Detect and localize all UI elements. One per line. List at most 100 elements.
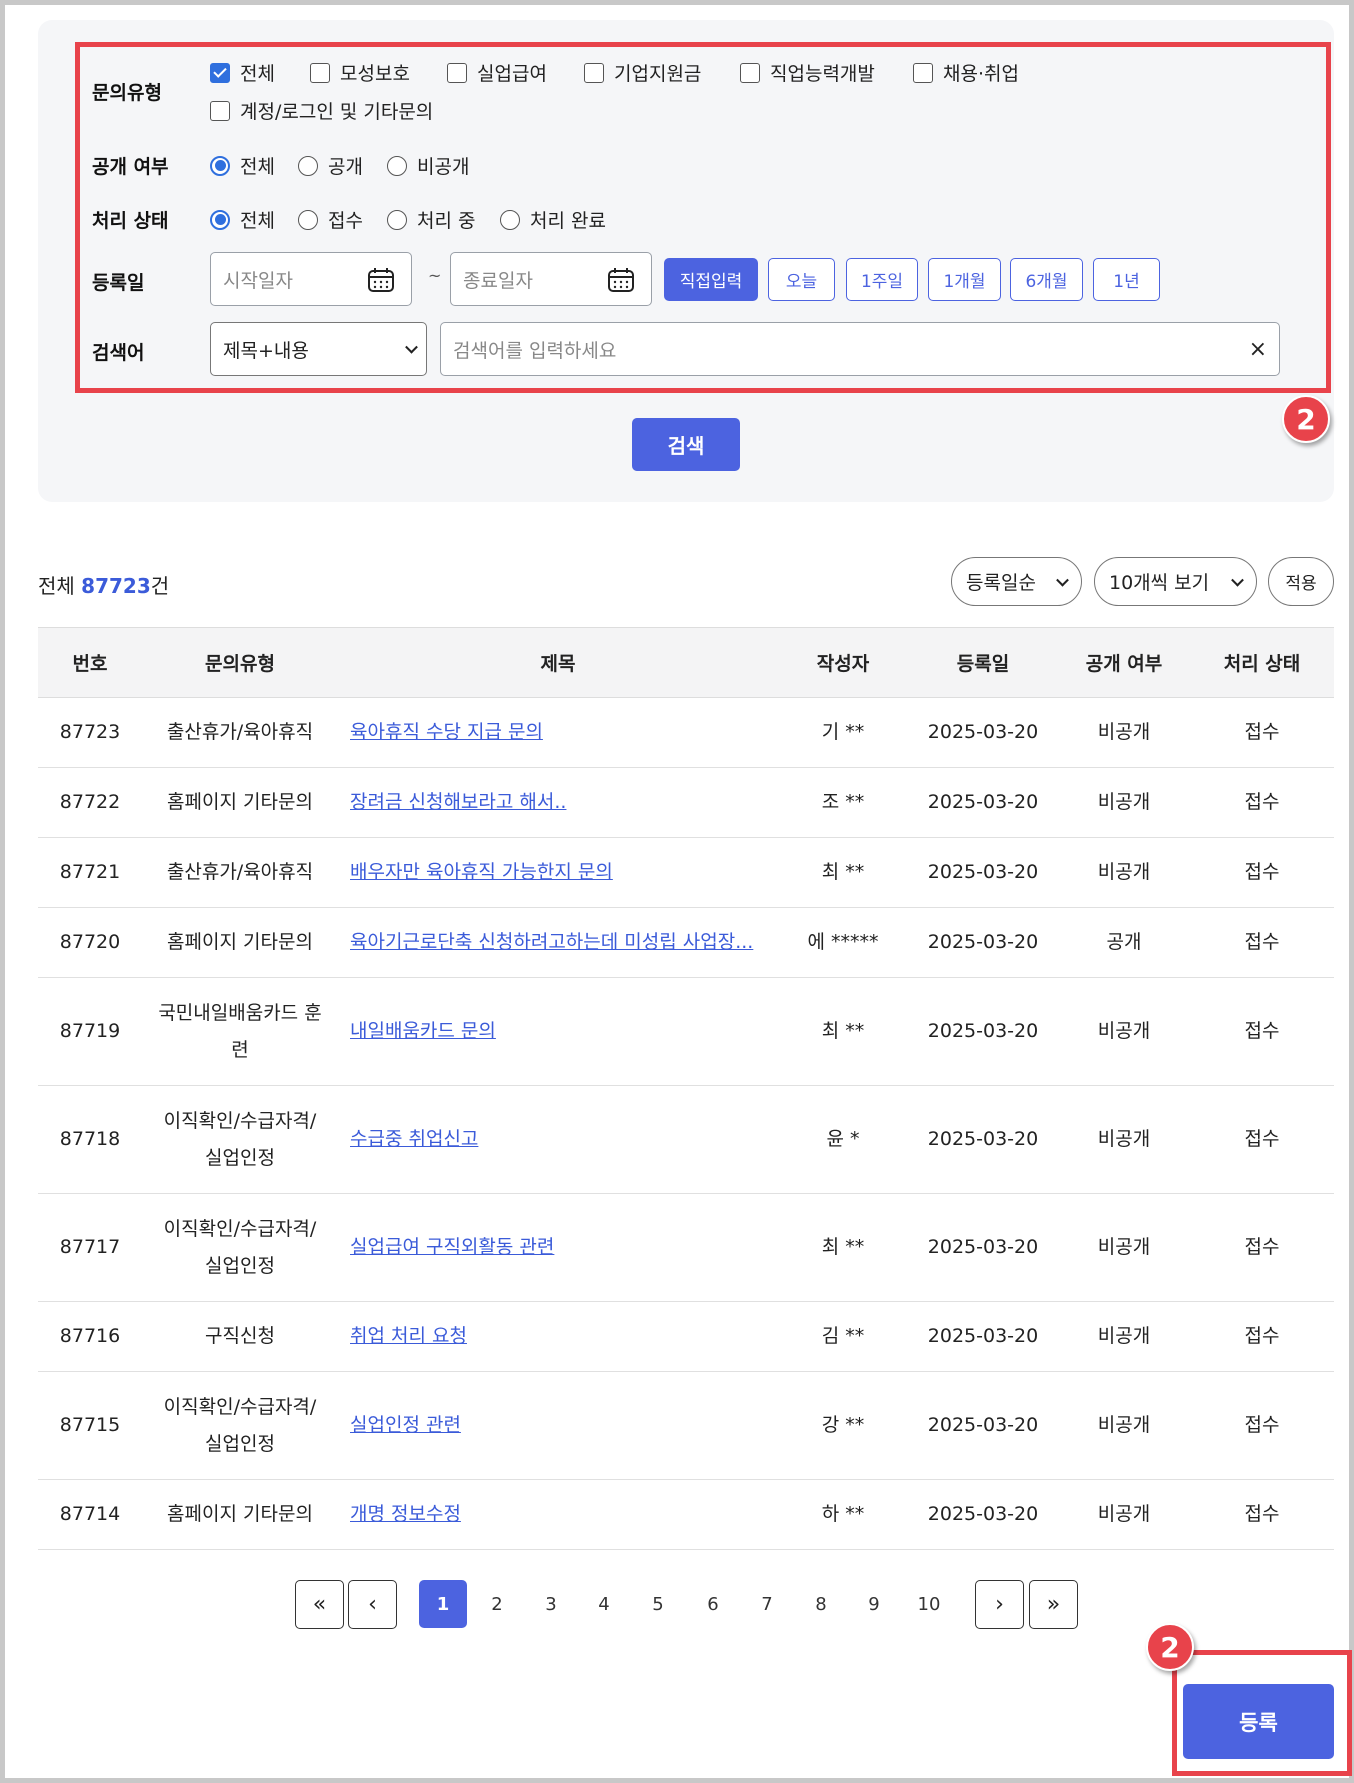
page-10[interactable]: 10	[905, 1580, 953, 1628]
table-row: 87718 이직확인/수급자격/실업인정 수급중 취업신고 윤 * 2025-03-20…	[38, 1085, 1334, 1194]
cell-visibility: 공개	[1058, 907, 1190, 978]
cell-author: 윤 *	[778, 1085, 908, 1194]
cell-status: 접수	[1190, 767, 1334, 838]
table-row: 87721 출산휴가/육아휴직 배우자만 육아휴직 가능한지 문의 최 ** 2025-…	[38, 837, 1334, 908]
col-visibility: 공개 여부	[1058, 627, 1190, 698]
cell-no: 87718	[38, 1085, 142, 1194]
search-button[interactable]: 검색	[632, 418, 740, 471]
cell-no: 87717	[38, 1193, 142, 1302]
table-row: 87715 이직확인/수급자격/실업인정 실업인정 관련 강 ** 2025-03-20…	[38, 1371, 1334, 1480]
page-size-select[interactable]: 10개씩 보기	[1094, 557, 1257, 606]
title-link[interactable]: 실업급여 구직외활동 관련	[350, 1236, 554, 1258]
cell-status: 접수	[1190, 697, 1334, 768]
cell-status: 접수	[1190, 977, 1334, 1086]
cell-author: 최 **	[778, 977, 908, 1086]
col-title: 제목	[338, 627, 778, 698]
last-page-button[interactable]: »	[1029, 1580, 1078, 1629]
total-count: 전체 87723건	[38, 574, 170, 598]
cell-date: 2025-03-20	[908, 767, 1058, 838]
cell-status: 접수	[1190, 1479, 1334, 1550]
chevron-down-icon	[1056, 573, 1069, 587]
cell-title: 장려금 신청해보라고 해서..	[338, 767, 778, 838]
col-type: 문의유형	[142, 627, 338, 698]
cell-title: 배우자만 육아휴직 가능한지 문의	[338, 837, 778, 908]
title-link[interactable]: 실업인정 관련	[350, 1414, 461, 1436]
cell-visibility: 비공개	[1058, 837, 1190, 908]
cell-status: 접수	[1190, 907, 1334, 978]
title-link[interactable]: 개명 정보수정	[350, 1503, 461, 1525]
cell-author: 하 **	[778, 1479, 908, 1550]
cell-title: 수급중 취업신고	[338, 1085, 778, 1194]
page-2[interactable]: 2	[473, 1580, 521, 1628]
table-row: 87722 홈페이지 기타문의 장려금 신청해보라고 해서.. 조 ** 2025-03…	[38, 767, 1334, 838]
cell-title: 개명 정보수정	[338, 1479, 778, 1550]
page-1[interactable]: 1	[419, 1580, 467, 1628]
page-3[interactable]: 3	[527, 1580, 575, 1628]
prev-page-button[interactable]: ‹	[348, 1580, 397, 1629]
title-link[interactable]: 육아기근로단축 신청하려고하는데 미성립 사업장...	[350, 931, 753, 953]
cell-date: 2025-03-20	[908, 837, 1058, 908]
cell-date: 2025-03-20	[908, 1193, 1058, 1302]
cell-status: 접수	[1190, 1193, 1334, 1302]
cell-title: 내일배움카드 문의	[338, 977, 778, 1086]
cell-title: 육아휴직 수당 지급 문의	[338, 697, 778, 768]
cell-title: 실업인정 관련	[338, 1371, 778, 1480]
cell-status: 접수	[1190, 837, 1334, 908]
cell-title: 육아기근로단축 신청하려고하는데 미성립 사업장...	[338, 907, 778, 978]
title-link[interactable]: 장려금 신청해보라고 해서..	[350, 791, 566, 813]
title-link[interactable]: 내일배움카드 문의	[350, 1020, 496, 1042]
cell-date: 2025-03-20	[908, 1371, 1058, 1480]
page-5[interactable]: 5	[634, 1580, 682, 1628]
cell-type: 이직확인/수급자격/실업인정	[142, 1371, 338, 1480]
cell-no: 87716	[38, 1301, 142, 1372]
cell-visibility: 비공개	[1058, 977, 1190, 1086]
cell-no: 87723	[38, 697, 142, 768]
cell-no: 87722	[38, 767, 142, 838]
cell-visibility: 비공개	[1058, 1193, 1190, 1302]
cell-title: 취업 처리 요청	[338, 1301, 778, 1372]
cell-visibility: 비공개	[1058, 1479, 1190, 1550]
cell-no: 87714	[38, 1479, 142, 1550]
inquiry-table: 번호 문의유형 제목 작성자 등록일 공개 여부 처리 상태 87723 출산휴가…	[38, 627, 1334, 1550]
title-link[interactable]: 육아휴직 수당 지급 문의	[350, 721, 543, 743]
title-link[interactable]: 취업 처리 요청	[350, 1325, 467, 1347]
cell-no: 87721	[38, 837, 142, 908]
sort-select[interactable]: 등록일순	[951, 557, 1082, 606]
cell-visibility: 비공개	[1058, 767, 1190, 838]
cell-no: 87715	[38, 1371, 142, 1480]
page-8[interactable]: 8	[797, 1580, 845, 1628]
cell-author: 최 **	[778, 837, 908, 908]
title-link[interactable]: 배우자만 육아휴직 가능한지 문의	[350, 861, 613, 883]
cell-status: 접수	[1190, 1301, 1334, 1372]
page-9[interactable]: 9	[850, 1580, 898, 1628]
page-7[interactable]: 7	[743, 1580, 791, 1628]
cell-type: 출산휴가/육아휴직	[142, 837, 338, 908]
cell-date: 2025-03-20	[908, 1479, 1058, 1550]
cell-visibility: 비공개	[1058, 1371, 1190, 1480]
cell-type: 출산휴가/육아휴직	[142, 697, 338, 768]
next-page-button[interactable]: ›	[975, 1580, 1024, 1629]
col-no: 번호	[38, 627, 142, 698]
cell-type: 국민내일배움카드 훈련	[142, 977, 338, 1086]
cell-type: 이직확인/수급자격/실업인정	[142, 1193, 338, 1302]
table-row: 87714 홈페이지 기타문의 개명 정보수정 하 ** 2025-03-20 비공개 접수	[38, 1479, 1334, 1550]
annotation-box-register	[1172, 1650, 1352, 1776]
cell-status: 접수	[1190, 1371, 1334, 1480]
first-page-button[interactable]: «	[295, 1580, 344, 1629]
page-6[interactable]: 6	[689, 1580, 737, 1628]
table-row: 87723 출산휴가/육아휴직 육아휴직 수당 지급 문의 기 ** 2025-03-2…	[38, 697, 1334, 768]
table-row: 87720 홈페이지 기타문의 육아기근로단축 신청하려고하는데 미성립 사업장..…	[38, 907, 1334, 978]
cell-title: 실업급여 구직외활동 관련	[338, 1193, 778, 1302]
apply-button[interactable]: 적용	[1268, 557, 1334, 606]
cell-date: 2025-03-20	[908, 697, 1058, 768]
table-row: 87719 국민내일배움카드 훈련 내일배움카드 문의 최 ** 2025-03-20 비…	[38, 977, 1334, 1086]
annotation-box-filters	[75, 42, 1331, 393]
col-status: 처리 상태	[1190, 627, 1334, 698]
cell-type: 홈페이지 기타문의	[142, 767, 338, 838]
cell-visibility: 비공개	[1058, 1085, 1190, 1194]
cell-date: 2025-03-20	[908, 1301, 1058, 1372]
cell-status: 접수	[1190, 1085, 1334, 1194]
cell-visibility: 비공개	[1058, 1301, 1190, 1372]
title-link[interactable]: 수급중 취업신고	[350, 1128, 478, 1150]
page-4[interactable]: 4	[580, 1580, 628, 1628]
